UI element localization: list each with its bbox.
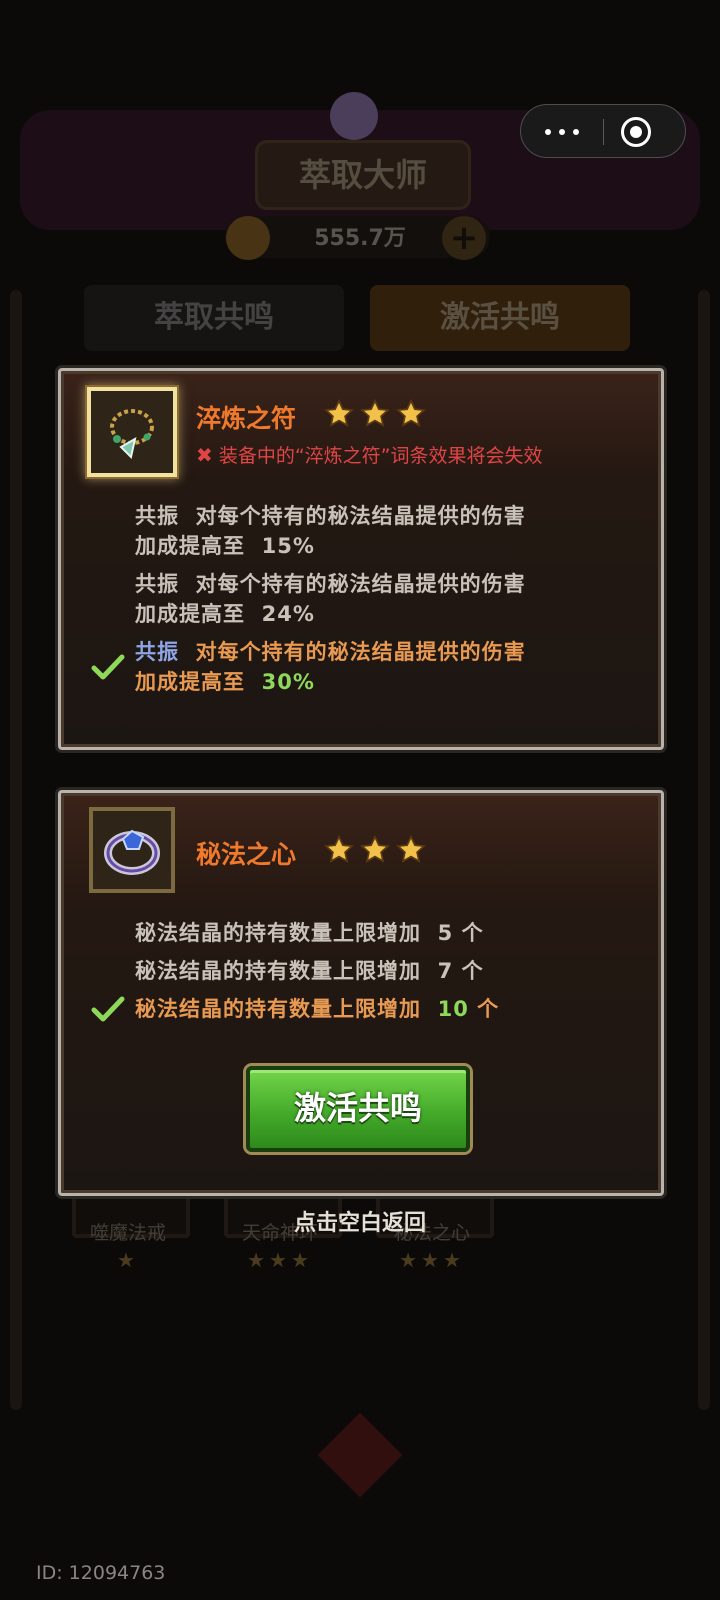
user-id: ID: 12094763 — [36, 1562, 166, 1584]
resonance-level-1: 共振 对每个持有的秘法结晶提供的伤害 加成提高至 15% — [135, 501, 526, 561]
miniprogram-capsule — [520, 104, 686, 158]
screen-title-plate: 萃取大师 — [255, 140, 471, 210]
capsule-divider — [603, 119, 604, 145]
level-unit: 个 — [461, 959, 484, 983]
bottom-gem-icon — [317, 1412, 403, 1498]
coin-icon — [226, 216, 270, 260]
activate-resonance-button[interactable]: 激活共鸣 — [246, 1066, 470, 1152]
level-text: 加成提高至 — [135, 670, 245, 694]
limit-level-3-active: 秘法结晶的持有数量上限增加 10 个 — [135, 993, 499, 1023]
frame-right — [698, 290, 710, 1410]
warning-row: ✖ 装备中的“淬炼之符”词条效果将会失效 — [196, 441, 543, 468]
star-icon — [360, 399, 390, 427]
limit-level-2: 秘法结晶的持有数量上限增加 7 个 — [135, 955, 484, 985]
tab-extract-resonance: 萃取共鸣 — [84, 285, 344, 351]
add-currency-icon: + — [442, 216, 486, 260]
item-name: 淬炼之符 — [196, 404, 297, 433]
star-rating — [324, 397, 434, 431]
level-text: 对每个持有的秘法结晶提供的伤害 — [195, 504, 526, 528]
star-rating — [324, 833, 434, 867]
close-target-icon[interactable] — [621, 117, 651, 147]
level-value: 30% — [261, 670, 315, 694]
bg-slot-stars: ★★★ — [247, 1248, 313, 1272]
more-dots-icon[interactable] — [521, 105, 603, 159]
star-icon — [324, 399, 354, 427]
resonance-tag: 共振 — [135, 572, 179, 596]
level-text: 秘法结晶的持有数量上限增加 — [135, 959, 421, 983]
screen-title: 萃取大师 — [298, 156, 427, 194]
level-text: 秘法结晶的持有数量上限增加 — [135, 921, 421, 945]
level-value: 15% — [261, 534, 315, 558]
level-value: 24% — [261, 602, 315, 626]
tab-activate-resonance: 激活共鸣 — [370, 285, 630, 351]
bg-slot-stars: ★★★ — [399, 1248, 465, 1272]
resonance-panel-amulet: 淬炼之符 ✖ 装备中的“淬炼之符”词条效果将会失效 共振 对每个持有的秘法结晶提… — [58, 368, 664, 750]
frame-left — [10, 290, 22, 1410]
star-icon — [324, 835, 354, 863]
star-icon — [396, 399, 426, 427]
level-unit: 个 — [477, 997, 500, 1021]
level-text: 加成提高至 — [135, 602, 245, 626]
level-text: 对每个持有的秘法结晶提供的伤害 — [195, 572, 526, 596]
cross-mark-icon: ✖ — [196, 443, 213, 467]
level-value: 7 — [437, 959, 454, 983]
level-value: 10 — [437, 997, 469, 1021]
resonance-level-3-active: 共振 对每个持有的秘法结晶提供的伤害 加成提高至 30% — [135, 637, 526, 697]
warning-text: 装备中的“淬炼之符”词条效果将会失效 — [218, 445, 543, 467]
bg-slot-stars: ★ — [117, 1248, 139, 1272]
limit-level-1: 秘法结晶的持有数量上限增加 5 个 — [135, 917, 484, 947]
arcane-ring-icon — [104, 829, 160, 875]
resonance-level-2: 共振 对每个持有的秘法结晶提供的伤害 加成提高至 24% — [135, 569, 526, 629]
level-text: 对每个持有的秘法结晶提供的伤害 — [195, 640, 526, 664]
tap-blank-to-return[interactable]: 点击空白返回 — [0, 1205, 720, 1237]
resonance-tag: 共振 — [135, 640, 179, 664]
check-icon — [91, 654, 125, 680]
level-unit: 个 — [461, 921, 484, 945]
item-icon-frame[interactable] — [87, 387, 177, 477]
check-icon — [91, 996, 125, 1022]
level-value: 5 — [437, 921, 454, 945]
star-icon — [396, 835, 426, 863]
resonance-tag: 共振 — [135, 504, 179, 528]
star-icon — [360, 835, 390, 863]
amulet-beads-icon — [110, 409, 154, 459]
level-text: 秘法结晶的持有数量上限增加 — [135, 997, 421, 1021]
currency-amount: 555.7万 — [314, 226, 406, 251]
level-text: 加成提高至 — [135, 534, 245, 558]
item-name: 秘法之心 — [196, 840, 297, 869]
crystal-orb-icon — [330, 92, 378, 140]
item-icon-frame[interactable] — [89, 807, 175, 893]
